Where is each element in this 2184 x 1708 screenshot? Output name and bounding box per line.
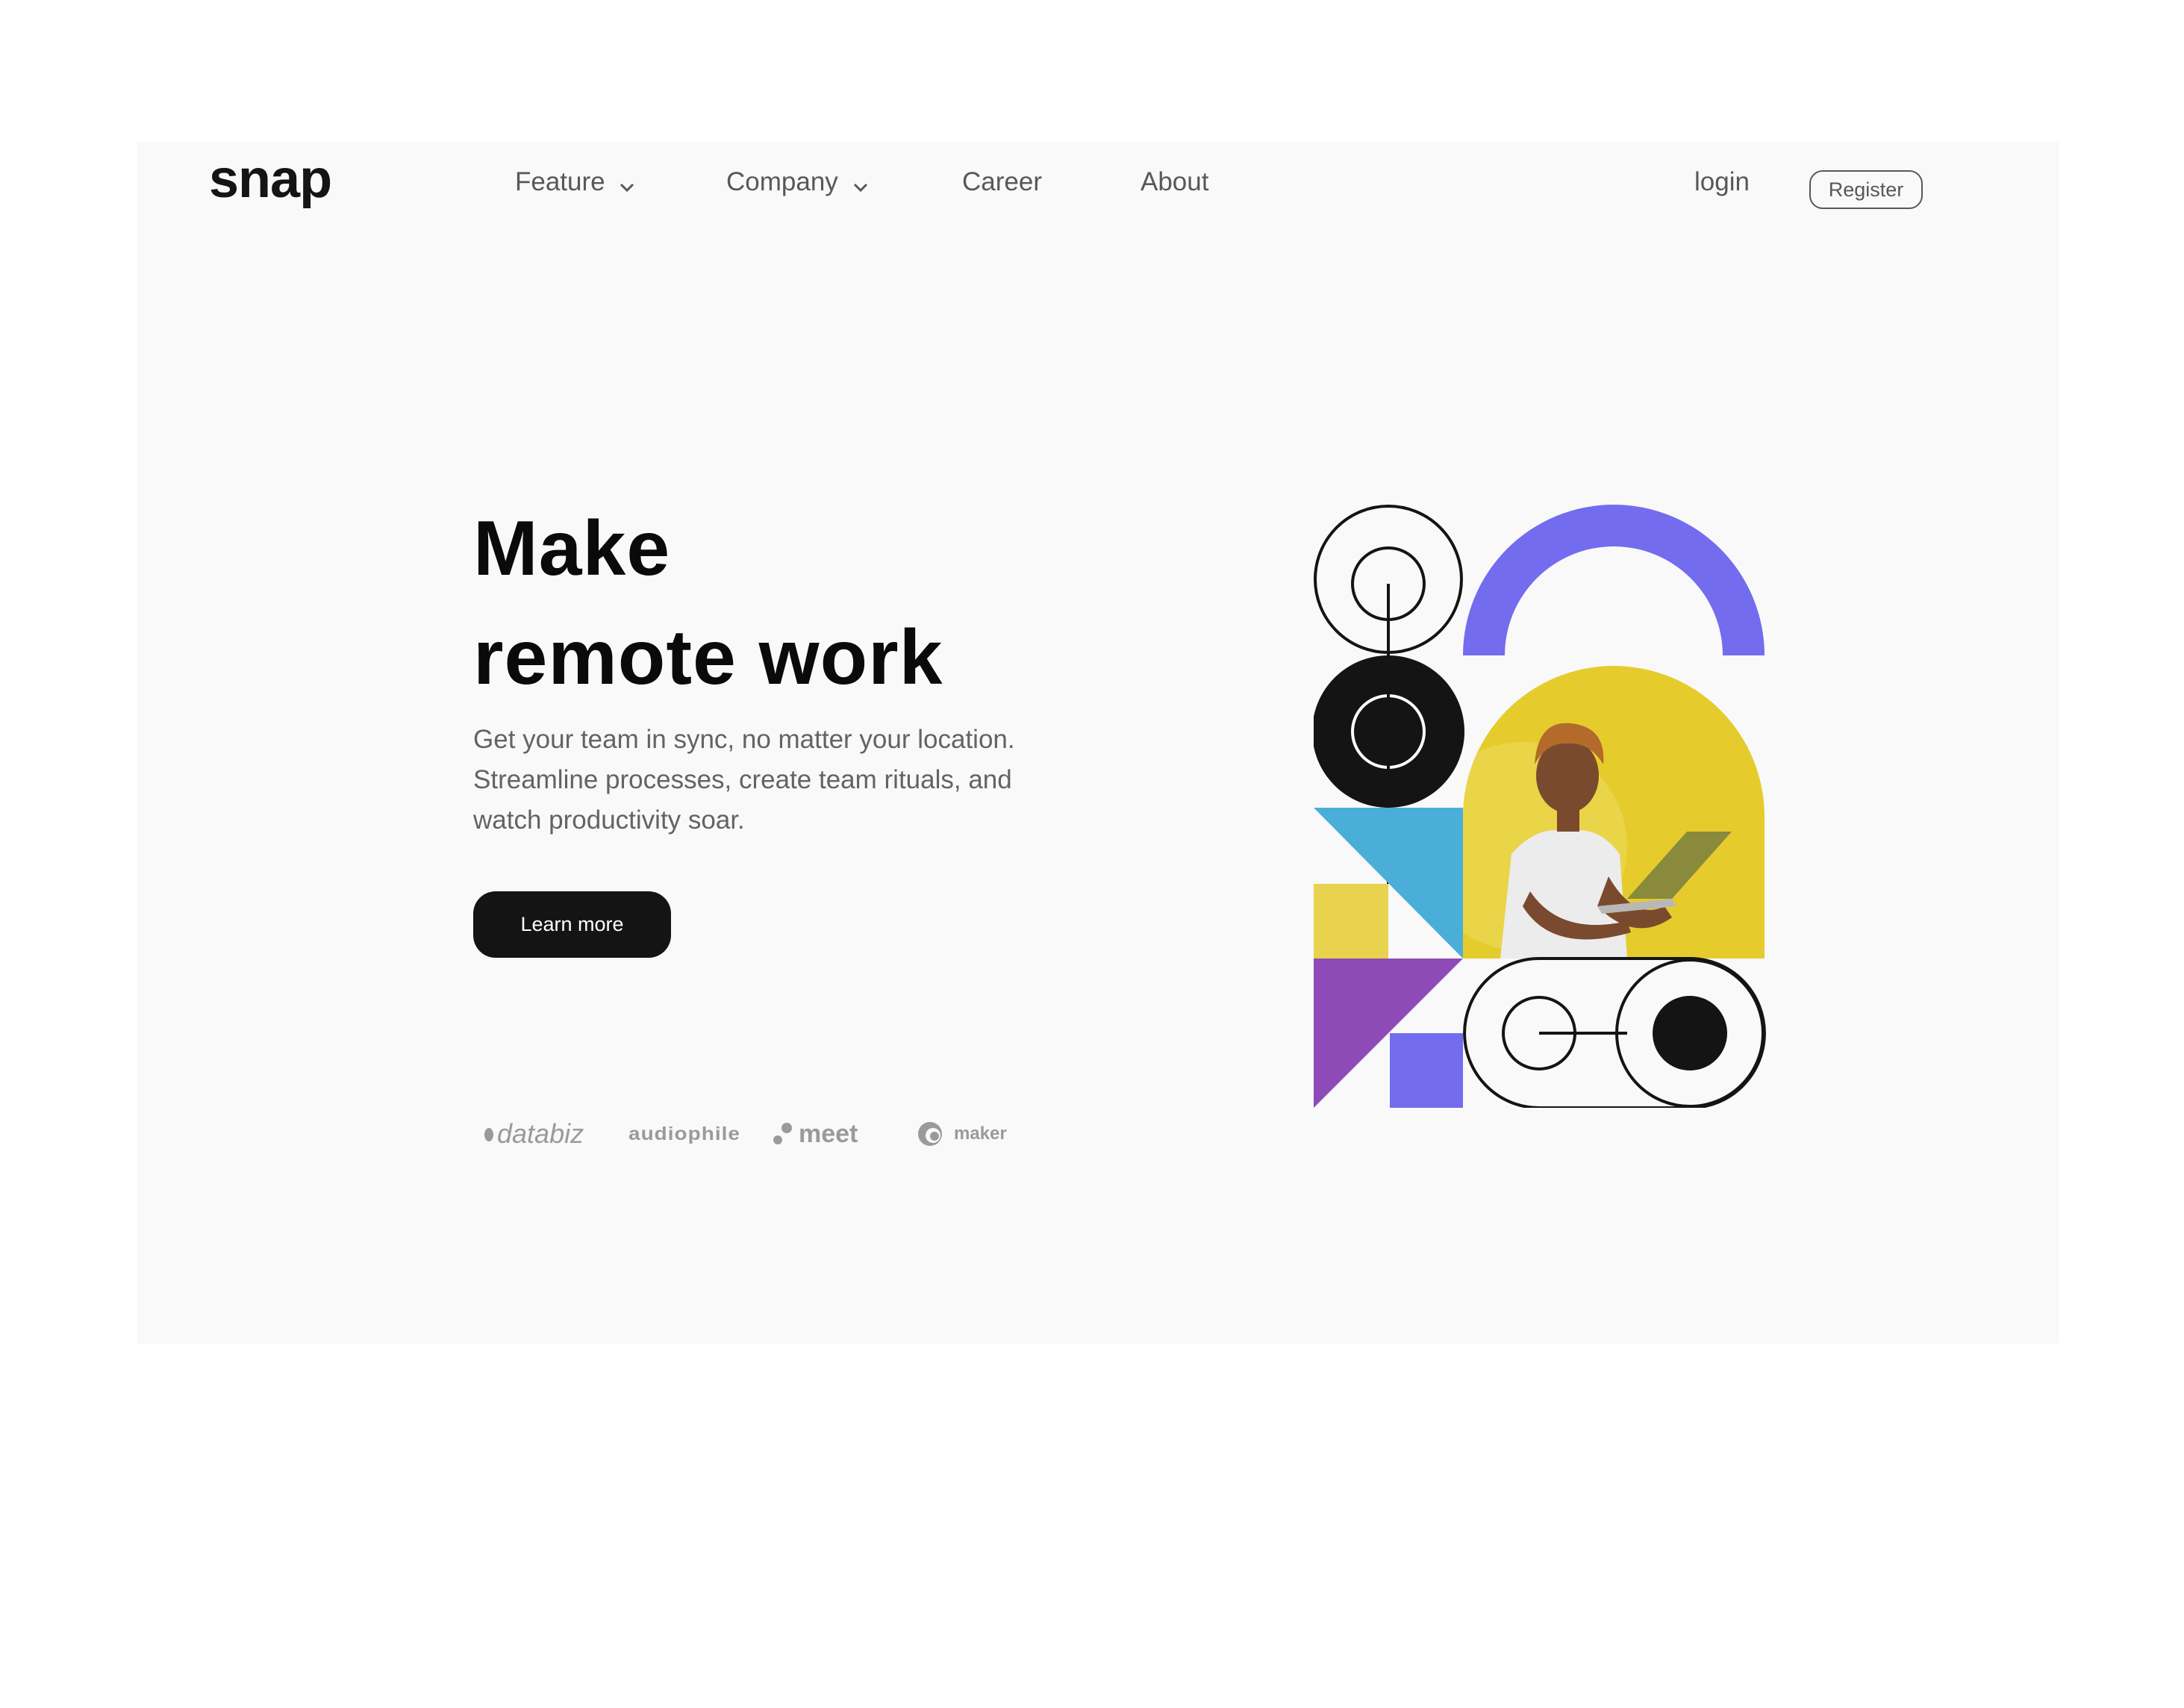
- client-logo-audiophile-text: audiophile: [628, 1123, 740, 1144]
- learn-more-button[interactable]: Learn more: [473, 891, 671, 958]
- nav-item-company-label: Company: [726, 167, 838, 196]
- nav-item-company[interactable]: Company: [726, 169, 868, 196]
- purple-square-shape: [1390, 1033, 1463, 1108]
- nav-item-about-label: About: [1141, 167, 1209, 196]
- nav-item-feature[interactable]: Feature: [515, 169, 634, 196]
- hero-illustration: [1314, 505, 1766, 1108]
- chevron-down-icon: [853, 170, 868, 196]
- hero-description: Get your team in sync, no matter your lo…: [473, 725, 1015, 835]
- client-logo-audiophile: audiophile: [628, 1115, 740, 1153]
- client-logo-maker-text: maker: [954, 1123, 1007, 1144]
- brand-logo[interactable]: snap: [209, 152, 332, 206]
- register-button[interactable]: Register: [1809, 170, 1923, 209]
- nav-item-career-label: Career: [962, 167, 1042, 196]
- client-logo-meet-text: meet: [799, 1120, 858, 1148]
- nav-item-about[interactable]: About: [1141, 169, 1208, 195]
- login-link[interactable]: login: [1694, 169, 1750, 195]
- page: snap Feature Company Career About login …: [0, 0, 2184, 1708]
- nav-item-feature-label: Feature: [515, 167, 605, 196]
- client-logo-maker: maker: [917, 1115, 1007, 1153]
- hero-card: [137, 142, 2059, 1344]
- hero-headline: Make remote work: [473, 494, 943, 712]
- yellow-square-shape: [1314, 884, 1388, 959]
- purple-arch-shape: [1463, 505, 1765, 655]
- client-logo-meet: meet: [772, 1115, 858, 1153]
- swirl-icon: [918, 1122, 942, 1146]
- client-logo-databiz: databiz: [484, 1115, 584, 1153]
- hero-headline-line-2: remote work: [473, 614, 943, 701]
- person-photo: [1463, 666, 1765, 959]
- two-dots-icon: [773, 1123, 792, 1144]
- client-logo-databiz-text: databiz: [497, 1118, 584, 1149]
- chevron-down-icon: [620, 170, 634, 196]
- pill-toggle-shape: [1463, 957, 1766, 1108]
- hero-headline-line-1: Make: [473, 505, 671, 592]
- nav-item-career[interactable]: Career: [962, 169, 1042, 195]
- dot-icon: [484, 1128, 493, 1141]
